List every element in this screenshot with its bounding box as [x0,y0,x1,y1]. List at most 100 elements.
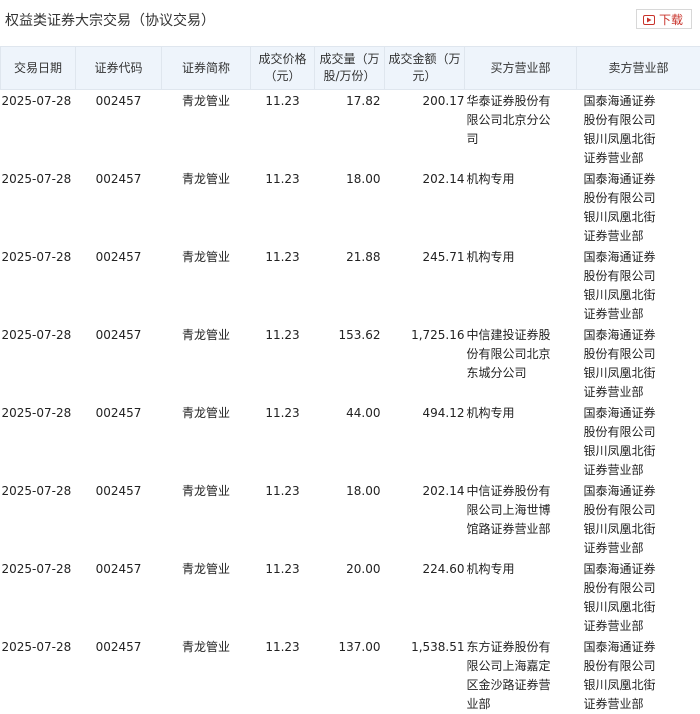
cell-buyer: 中信证券股份有限公司上海世博馆路证券营业部 [465,480,577,558]
cell-seller: 国泰海通证券股份有限公司银川凤凰北街证券营业部 [577,402,700,480]
cell-date: 2025-07-28 [1,402,76,480]
table-row[interactable]: 2025-07-28002457青龙管业11.2320.00224.60机构专用… [1,558,700,636]
cell-amount: 200.17 [385,90,465,169]
header-price[interactable]: 成交价格（元） [251,47,315,90]
cell-name: 青龙管业 [162,558,251,636]
cell-buyer: 华泰证券股份有限公司北京分公司 [465,90,577,169]
seller-text: 国泰海通证券股份有限公司银川凤凰北街证券营业部 [584,92,658,168]
page-title: 权益类证券大宗交易（协议交易） [5,10,215,30]
cell-price: 11.23 [251,636,315,714]
cell-code: 002457 [76,558,162,636]
cell-amount: 245.71 [385,246,465,324]
seller-text: 国泰海通证券股份有限公司银川凤凰北街证券营业部 [584,248,658,324]
cell-buyer: 机构专用 [465,558,577,636]
table-row[interactable]: 2025-07-28002457青龙管业11.2317.82200.17华泰证券… [1,90,700,169]
cell-code: 002457 [76,324,162,402]
cell-amount: 202.14 [385,168,465,246]
cell-code: 002457 [76,480,162,558]
seller-text: 国泰海通证券股份有限公司银川凤凰北街证券营业部 [584,404,658,480]
seller-text: 国泰海通证券股份有限公司银川凤凰北街证券营业部 [584,638,658,714]
cell-price: 11.23 [251,480,315,558]
table-row[interactable]: 2025-07-28002457青龙管业11.2318.00202.14中信证券… [1,480,700,558]
cell-amount: 1,538.51 [385,636,465,714]
cell-volume: 153.62 [315,324,385,402]
table-row[interactable]: 2025-07-28002457青龙管业11.2344.00494.12机构专用… [1,402,700,480]
cell-amount: 202.14 [385,480,465,558]
download-icon [643,14,655,24]
cell-amount: 494.12 [385,402,465,480]
cell-amount: 224.60 [385,558,465,636]
buyer-text: 机构专用 [465,170,553,189]
cell-volume: 21.88 [315,246,385,324]
cell-amount: 1,725.16 [385,324,465,402]
download-button[interactable]: 下载 [636,9,692,29]
table-row[interactable]: 2025-07-28002457青龙管业11.2321.88245.71机构专用… [1,246,700,324]
page-header: 权益类证券大宗交易（协议交易） 下载 [0,0,700,38]
cell-seller: 国泰海通证券股份有限公司银川凤凰北街证券营业部 [577,636,700,714]
header-buyer[interactable]: 买方营业部 [465,47,577,90]
seller-text: 国泰海通证券股份有限公司银川凤凰北街证券营业部 [584,482,658,558]
buyer-text: 华泰证券股份有限公司北京分公司 [465,92,553,149]
cell-seller: 国泰海通证券股份有限公司银川凤凰北街证券营业部 [577,246,700,324]
cell-price: 11.23 [251,324,315,402]
cell-seller: 国泰海通证券股份有限公司银川凤凰北街证券营业部 [577,90,700,169]
seller-text: 国泰海通证券股份有限公司银川凤凰北街证券营业部 [584,170,658,246]
cell-name: 青龙管业 [162,168,251,246]
cell-date: 2025-07-28 [1,558,76,636]
seller-text: 国泰海通证券股份有限公司银川凤凰北街证券营业部 [584,326,658,402]
cell-price: 11.23 [251,168,315,246]
cell-date: 2025-07-28 [1,90,76,169]
cell-name: 青龙管业 [162,402,251,480]
buyer-text: 机构专用 [465,404,553,423]
cell-code: 002457 [76,636,162,714]
cell-buyer: 东方证券股份有限公司上海嘉定区金沙路证券营业部 [465,636,577,714]
header-seller[interactable]: 卖方营业部 [577,47,700,90]
cell-date: 2025-07-28 [1,480,76,558]
table-header-row: 交易日期 证券代码 证券简称 成交价格（元） 成交量（万股/万份） 成交金额（万… [1,47,700,90]
cell-name: 青龙管业 [162,480,251,558]
header-amount[interactable]: 成交金额（万元） [385,47,465,90]
cell-name: 青龙管业 [162,324,251,402]
buyer-text: 东方证券股份有限公司上海嘉定区金沙路证券营业部 [465,638,553,714]
block-trade-table: 交易日期 证券代码 证券简称 成交价格（元） 成交量（万股/万份） 成交金额（万… [0,46,700,714]
cell-seller: 国泰海通证券股份有限公司银川凤凰北街证券营业部 [577,324,700,402]
cell-name: 青龙管业 [162,90,251,169]
table-row[interactable]: 2025-07-28002457青龙管业11.2318.00202.14机构专用… [1,168,700,246]
cell-seller: 国泰海通证券股份有限公司银川凤凰北街证券营业部 [577,558,700,636]
buyer-text: 中信建投证券股份有限公司北京东城分公司 [465,326,553,383]
cell-buyer: 机构专用 [465,402,577,480]
buyer-text: 中信证券股份有限公司上海世博馆路证券营业部 [465,482,553,539]
header-trade-date[interactable]: 交易日期 [1,47,76,90]
cell-price: 11.23 [251,90,315,169]
cell-price: 11.23 [251,246,315,324]
cell-date: 2025-07-28 [1,324,76,402]
cell-buyer: 机构专用 [465,168,577,246]
cell-code: 002457 [76,90,162,169]
cell-seller: 国泰海通证券股份有限公司银川凤凰北街证券营业部 [577,480,700,558]
cell-volume: 18.00 [315,480,385,558]
seller-text: 国泰海通证券股份有限公司银川凤凰北街证券营业部 [584,560,658,636]
header-security-name[interactable]: 证券简称 [162,47,251,90]
cell-seller: 国泰海通证券股份有限公司银川凤凰北街证券营业部 [577,168,700,246]
download-label: 下载 [659,11,683,28]
cell-date: 2025-07-28 [1,636,76,714]
cell-volume: 44.00 [315,402,385,480]
cell-code: 002457 [76,168,162,246]
cell-volume: 17.82 [315,90,385,169]
cell-volume: 20.00 [315,558,385,636]
header-volume[interactable]: 成交量（万股/万份） [315,47,385,90]
cell-volume: 18.00 [315,168,385,246]
header-security-code[interactable]: 证券代码 [76,47,162,90]
cell-date: 2025-07-28 [1,246,76,324]
table-row[interactable]: 2025-07-28002457青龙管业11.23137.001,538.51东… [1,636,700,714]
cell-code: 002457 [76,246,162,324]
table-row[interactable]: 2025-07-28002457青龙管业11.23153.621,725.16中… [1,324,700,402]
buyer-text: 机构专用 [465,248,553,267]
cell-name: 青龙管业 [162,246,251,324]
cell-buyer: 中信建投证券股份有限公司北京东城分公司 [465,324,577,402]
cell-price: 11.23 [251,558,315,636]
cell-price: 11.23 [251,402,315,480]
table-body: 2025-07-28002457青龙管业11.2317.82200.17华泰证券… [1,90,700,714]
cell-name: 青龙管业 [162,636,251,714]
cell-volume: 137.00 [315,636,385,714]
